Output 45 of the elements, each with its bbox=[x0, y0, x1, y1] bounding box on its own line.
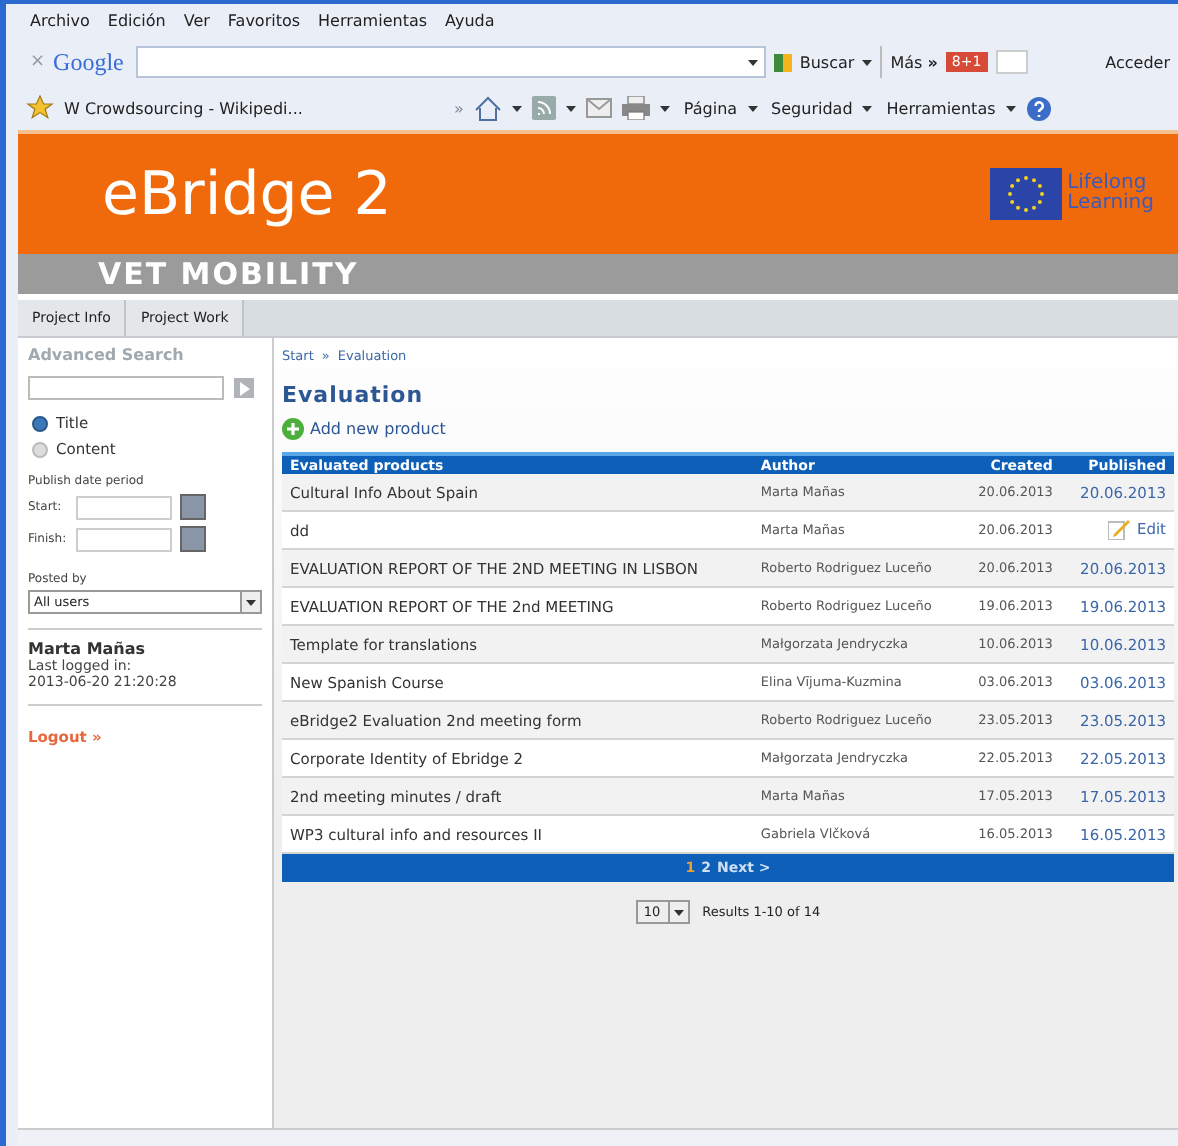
user-name: Marta Mañas bbox=[28, 640, 148, 658]
google-logo: Google bbox=[53, 47, 124, 77]
plus-icon[interactable] bbox=[282, 418, 304, 440]
home-icon[interactable] bbox=[473, 95, 502, 121]
grid-icon bbox=[773, 53, 792, 71]
caret-icon[interactable] bbox=[747, 105, 758, 111]
caret-icon[interactable] bbox=[565, 105, 576, 111]
star-icon[interactable] bbox=[26, 94, 54, 122]
sidebar-title: Advanced Search bbox=[28, 346, 186, 364]
search-field[interactable] bbox=[28, 376, 224, 400]
more-button[interactable]: Más » bbox=[890, 53, 938, 71]
menu-item[interactable]: Favoritos bbox=[227, 12, 301, 30]
caret-icon[interactable] bbox=[862, 105, 873, 111]
mail-icon[interactable] bbox=[585, 98, 612, 118]
caret-icon[interactable] bbox=[862, 59, 873, 65]
printer-icon[interactable] bbox=[621, 96, 650, 120]
search-button[interactable]: Buscar bbox=[799, 53, 855, 71]
caret-icon[interactable] bbox=[246, 599, 256, 605]
menu-item[interactable]: Ver bbox=[183, 12, 210, 30]
menu-item[interactable]: Herramientas bbox=[318, 12, 428, 30]
menu-item[interactable]: Edición bbox=[107, 12, 166, 30]
browser-tab[interactable]: W Crowdsourcing - Wikipedi... bbox=[64, 99, 444, 117]
site-subtitle: VET MOBILITY bbox=[98, 256, 359, 292]
site-logo: eBridge 2 bbox=[102, 159, 392, 229]
feed-icon[interactable] bbox=[531, 96, 556, 120]
page-title: Evaluation bbox=[282, 382, 426, 408]
flag-icon bbox=[989, 168, 1062, 220]
date-field[interactable] bbox=[76, 527, 172, 551]
caret-icon[interactable] bbox=[1005, 105, 1016, 111]
caret-icon[interactable] bbox=[511, 105, 522, 111]
toolbar-menu[interactable]: Herramientas bbox=[886, 99, 996, 117]
caret-icon[interactable] bbox=[659, 105, 670, 111]
toolbar-menu[interactable]: Página bbox=[683, 99, 738, 117]
date-field[interactable] bbox=[76, 495, 172, 519]
go-button[interactable] bbox=[234, 378, 254, 398]
sign-in-button[interactable]: Acceder bbox=[1105, 53, 1170, 71]
program-logo: Lifelong Learning bbox=[1067, 174, 1154, 214]
add-product-link[interactable]: Add new product bbox=[310, 420, 446, 438]
menu-item[interactable]: Ayuda bbox=[445, 12, 495, 30]
help-icon[interactable] bbox=[1025, 95, 1052, 121]
caret-icon[interactable] bbox=[674, 909, 685, 915]
caret-icon[interactable] bbox=[747, 59, 758, 65]
menu-item[interactable]: Archivo bbox=[30, 12, 90, 30]
search-field[interactable] bbox=[135, 46, 766, 78]
toolbar-menu[interactable]: Seguridad bbox=[771, 99, 853, 117]
